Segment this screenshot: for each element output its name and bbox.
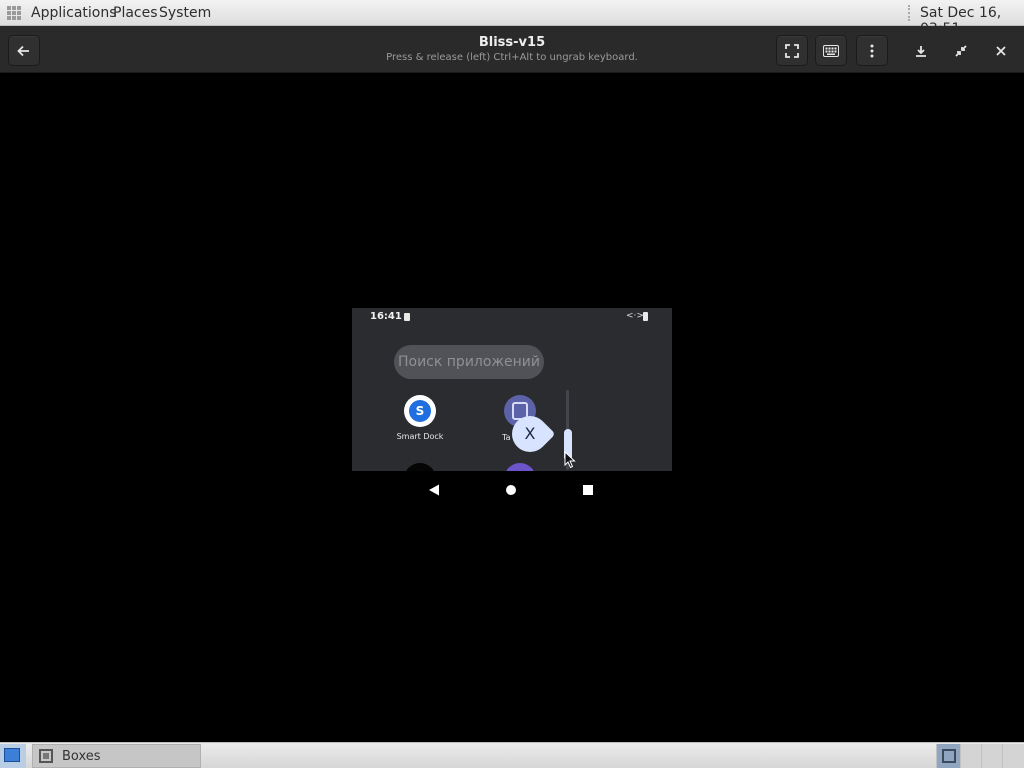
restore-button[interactable]: [945, 35, 977, 66]
app-label: Ta: [502, 433, 511, 442]
taskbar-item-boxes[interactable]: Boxes: [32, 744, 201, 768]
show-desktop-button[interactable]: [0, 744, 26, 768]
places-menu[interactable]: Places: [113, 5, 158, 21]
smart-dock-icon: S: [404, 395, 436, 427]
android-status-time: 16:41: [370, 311, 402, 322]
workspace-4[interactable]: [1002, 744, 1024, 768]
recents-square-icon: [583, 485, 593, 495]
close-icon: [996, 45, 1006, 56]
download-button[interactable]: [905, 35, 937, 66]
download-icon: [916, 45, 926, 57]
boxes-app-icon: [39, 749, 53, 763]
bottom-panel: Boxes: [0, 742, 1024, 768]
android-display[interactable]: 16:41 <·> Поиск приложений S Smart Dock …: [352, 308, 672, 471]
app-icon[interactable]: [504, 463, 536, 471]
fullscreen-button[interactable]: [776, 35, 808, 66]
applications-menu[interactable]: Applications: [31, 5, 117, 21]
boxes-headerbar: Bliss-v15 Press & release (left) Ctrl+Al…: [0, 26, 1024, 73]
desktop-icon: [4, 748, 20, 762]
restore-icon: [955, 44, 967, 57]
system-menu[interactable]: System: [159, 5, 211, 21]
menu-button[interactable]: [856, 35, 888, 66]
sd-card-icon: [404, 313, 410, 321]
mouse-cursor-icon: [564, 451, 576, 469]
close-button[interactable]: [985, 35, 1017, 66]
keyboard-button[interactable]: [815, 35, 847, 66]
network-data-icon: <·>: [626, 311, 644, 321]
window-icon: [942, 749, 956, 763]
apps-grid-icon[interactable]: [7, 6, 21, 20]
fast-scroll-letter: X: [524, 424, 536, 443]
smart-dock-letter: S: [409, 400, 431, 422]
app-search-input[interactable]: Поиск приложений: [394, 345, 544, 379]
fullscreen-icon: [785, 43, 799, 58]
nav-home-button[interactable]: [491, 471, 531, 509]
android-nav-bar: [352, 471, 672, 509]
nav-recents-button[interactable]: [568, 471, 608, 509]
menu-icon: [870, 44, 874, 57]
top-panel: Applications Places System Sat Dec 16, 0…: [0, 0, 1024, 37]
keyboard-icon: [823, 44, 839, 57]
taskbar-item-label: Boxes: [62, 749, 101, 764]
back-triangle-icon: [429, 484, 439, 496]
nav-back-button[interactable]: [414, 471, 454, 509]
panel-separator: [908, 5, 912, 21]
app-smart-dock[interactable]: S Smart Dock: [388, 395, 452, 445]
app-icon[interactable]: [404, 463, 436, 471]
workspace-1[interactable]: [936, 744, 960, 768]
home-circle-icon: [506, 485, 516, 495]
app-label: Smart Dock: [396, 432, 444, 441]
battery-icon: [643, 312, 648, 321]
